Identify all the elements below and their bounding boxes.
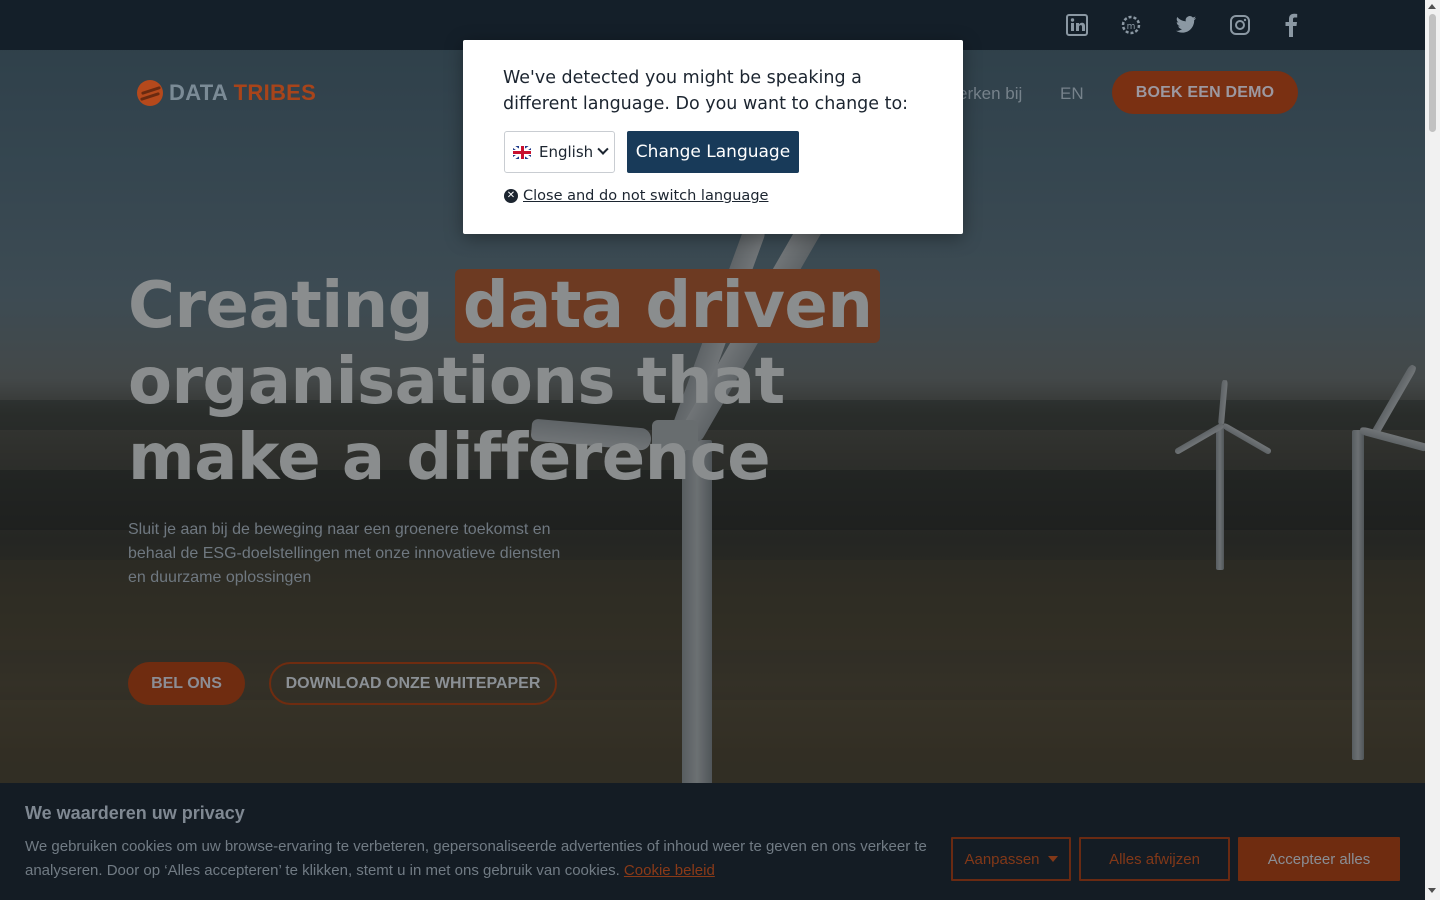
cookie-policy-link[interactable]: Cookie beleid xyxy=(624,862,715,879)
meetup-icon[interactable]: m xyxy=(1118,12,1144,38)
scroll-down-arrow-icon[interactable] xyxy=(1428,888,1436,893)
cookie-customize-button[interactable]: Aanpassen xyxy=(951,837,1071,881)
logo-mark-icon xyxy=(137,80,163,106)
cookie-banner: We waarderen uw privacy We gebruiken coo… xyxy=(0,783,1425,900)
close-icon: ✕ xyxy=(504,189,518,203)
hero-subtext: Sluit je aan bij de beweging naar een gr… xyxy=(128,521,561,586)
chevron-down-icon xyxy=(597,143,609,155)
hero-headline: Creating data driven organisations that … xyxy=(128,268,928,496)
book-demo-button[interactable]: BOEK EEN DEMO xyxy=(1112,71,1298,114)
cookie-accept-all-button[interactable]: Accepteer alles xyxy=(1238,837,1400,881)
selected-language: English xyxy=(539,143,594,161)
language-message: We've detected you might be speaking a d… xyxy=(503,68,909,114)
facebook-icon[interactable] xyxy=(1278,12,1304,38)
scrollbar[interactable] xyxy=(1425,0,1440,900)
change-language-button[interactable]: Change Language xyxy=(627,131,799,173)
scroll-up-arrow-icon[interactable] xyxy=(1428,4,1436,9)
nav-link-language[interactable]: EN xyxy=(1060,84,1084,104)
scroll-thumb[interactable] xyxy=(1429,14,1436,132)
call-us-button[interactable]: BEL ONS xyxy=(128,662,245,705)
cookie-title: We waarderen uw privacy xyxy=(25,803,245,823)
cookie-text: We gebruiken cookies om uw browse-ervari… xyxy=(25,838,927,879)
close-language-modal-link[interactable]: ✕ Close and do not switch language xyxy=(504,188,768,204)
svg-text:m: m xyxy=(1127,22,1136,32)
uk-flag-icon xyxy=(513,145,531,159)
download-whitepaper-button[interactable]: DOWNLOAD ONZE WHITEPAPER xyxy=(269,662,557,705)
language-modal: We've detected you might be speaking a d… xyxy=(463,40,963,234)
cookie-reject-all-button[interactable]: Alles afwijzen xyxy=(1079,837,1230,881)
twitter-icon[interactable] xyxy=(1173,12,1199,38)
instagram-icon[interactable] xyxy=(1227,12,1253,38)
logo-text: DATA TRIBES xyxy=(169,80,317,105)
linkedin-icon[interactable] xyxy=(1064,12,1090,38)
headline-highlight: data driven xyxy=(454,269,881,343)
language-select[interactable]: English xyxy=(504,131,615,173)
caret-down-icon xyxy=(1047,856,1058,862)
nav-link-werken-bij[interactable]: erken bij xyxy=(958,84,1022,104)
logo[interactable]: DATA TRIBES xyxy=(137,78,316,108)
